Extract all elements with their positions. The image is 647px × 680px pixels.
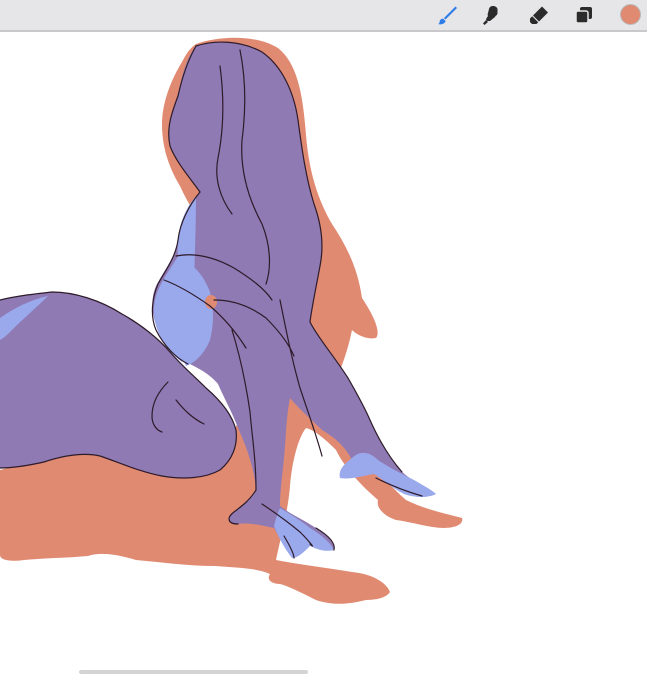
drawing-app bbox=[0, 0, 647, 680]
layers-icon bbox=[573, 4, 595, 26]
top-toolbar bbox=[0, 0, 647, 32]
eraser-tool-button[interactable] bbox=[527, 3, 551, 27]
eraser-icon bbox=[528, 4, 550, 26]
color-swatch[interactable] bbox=[620, 4, 641, 25]
brush-tool-button[interactable] bbox=[435, 3, 459, 27]
smudge-tool-button[interactable] bbox=[479, 3, 503, 27]
artwork bbox=[0, 37, 463, 604]
smudge-icon bbox=[480, 4, 502, 26]
layers-tool-button[interactable] bbox=[572, 3, 596, 27]
home-indicator[interactable] bbox=[79, 670, 308, 674]
drawing-canvas[interactable] bbox=[0, 32, 647, 680]
brush-icon bbox=[436, 4, 458, 26]
